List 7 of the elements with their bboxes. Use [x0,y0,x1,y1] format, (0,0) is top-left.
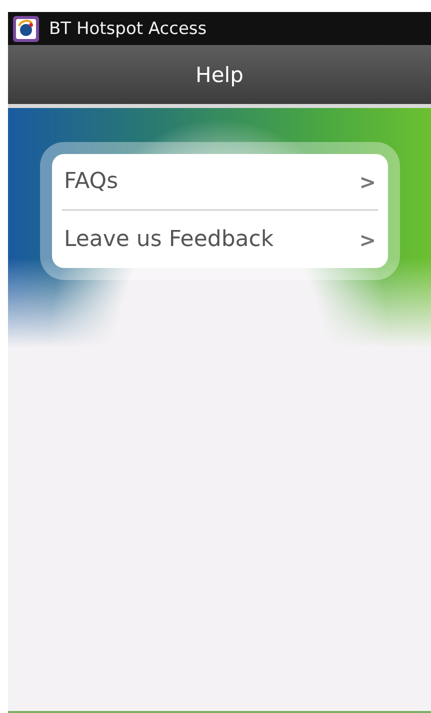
app-title: BT Hotspot Access [49,18,207,38]
chevron-icon: > [359,170,376,194]
menu-item[interactable]: FAQs > [62,154,378,211]
menu-item[interactable]: Leave us Feedback > [62,211,378,268]
page-title: Help [196,62,244,86]
app-logo-icon [13,16,39,42]
chevron-icon: > [359,228,376,252]
